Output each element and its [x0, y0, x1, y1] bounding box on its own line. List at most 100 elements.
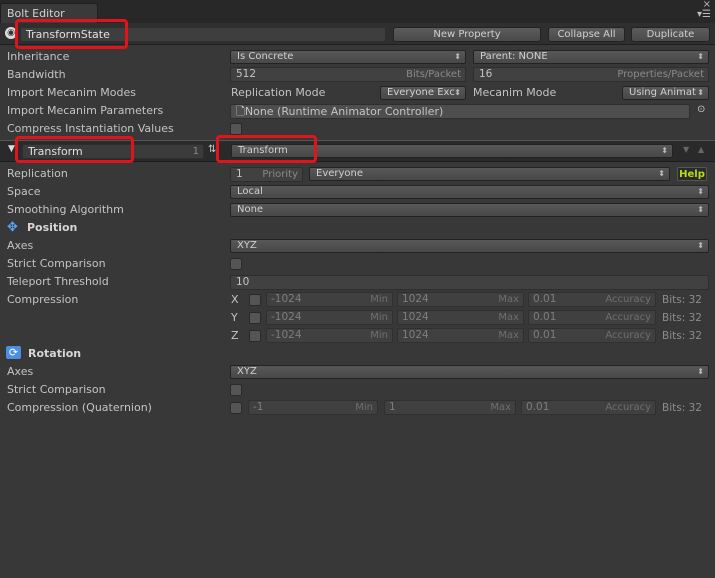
bandwidth-input[interactable]: 512 Bits/Packet	[230, 67, 466, 82]
inheritance-label: Inheritance	[7, 50, 70, 63]
replication-label: Replication	[7, 167, 68, 180]
min-unit: Min	[355, 402, 373, 413]
smoothing-value: None	[237, 204, 264, 215]
axis-z-bits: Bits: 32	[662, 330, 702, 342]
axis-y-bits: Bits: 32	[662, 312, 702, 324]
max-unit: Max	[498, 330, 519, 341]
move-up-icon[interactable]: ▲	[698, 145, 704, 154]
min-unit: Min	[370, 294, 388, 305]
min-unit: Min	[370, 330, 388, 341]
compress-label: Compress Instantiation Values	[7, 122, 174, 135]
max-unit: Max	[490, 402, 511, 413]
properties-value: 16	[479, 68, 493, 80]
bandwidth-label: Bandwidth	[7, 68, 66, 81]
axis-z-accuracy: 0.01	[533, 329, 557, 341]
dropdown-arrows-icon: ⬍	[454, 88, 461, 97]
dropdown-arrows-icon: ⬍	[697, 187, 704, 196]
replication-target-dropdown[interactable]: Everyone ⬍	[309, 167, 670, 181]
new-property-button[interactable]: New Property	[393, 27, 541, 42]
object-picker-icon[interactable]: ⊙	[697, 104, 705, 115]
quaternion-accuracy: 0.01	[526, 401, 550, 413]
priority-value: 1	[236, 168, 243, 180]
replication-mode-value: Everyone Exc	[387, 87, 455, 98]
replication-mode-dropdown[interactable]: Everyone Exc ⬍	[380, 86, 466, 100]
axis-x-min-input[interactable]: -1024 Min	[266, 292, 393, 307]
axis-x-max-input[interactable]: 1024 Max	[397, 292, 524, 307]
window-menu-icons[interactable]: × ▾☰	[697, 0, 711, 20]
space-dropdown[interactable]: Local ⬍	[230, 185, 709, 199]
accuracy-unit: Accuracy	[605, 402, 651, 413]
dropdown-arrows-icon: ⬍	[661, 146, 668, 155]
axis-z-max: 1024	[402, 329, 429, 341]
axis-x-label: X	[231, 293, 239, 306]
help-button[interactable]: Help	[677, 167, 707, 181]
axis-y-label: Y	[231, 311, 238, 324]
axis-z-max-input[interactable]: 1024 Max	[397, 328, 524, 343]
axis-x-accuracy-input[interactable]: 0.01 Accuracy	[528, 292, 656, 307]
rotation-strict-label: Strict Comparison	[7, 383, 106, 396]
teleport-value: 10	[236, 276, 250, 288]
max-unit: Max	[498, 294, 519, 305]
axis-x-bits: Bits: 32	[662, 294, 702, 306]
state-name-highlight	[15, 19, 128, 49]
duplicate-button[interactable]: Duplicate	[631, 27, 710, 42]
document-icon: 🗋	[236, 105, 245, 118]
menu-icon[interactable]: ▾☰	[697, 10, 711, 20]
replication-mode-label: Replication Mode	[231, 86, 326, 99]
move-down-icon[interactable]: ▼	[683, 145, 689, 154]
rotation-strict-checkbox[interactable]	[230, 384, 242, 396]
axis-y-max-input[interactable]: 1024 Max	[397, 310, 524, 325]
move-arrows-icon: ✥	[7, 220, 18, 235]
teleport-label: Teleport Threshold	[7, 275, 109, 288]
foldout-arrow-icon[interactable]: ▼	[8, 144, 15, 154]
mecanim-mode-dropdown[interactable]: Using Animat ⬍	[622, 86, 709, 100]
quaternion-max-input[interactable]: 1 Max	[384, 400, 516, 415]
position-strict-label: Strict Comparison	[7, 257, 106, 270]
position-axes-dropdown[interactable]: XYZ ⬍	[230, 239, 709, 253]
axis-x-accuracy: 0.01	[533, 293, 557, 305]
rotation-axes-dropdown[interactable]: XYZ ⬍	[230, 365, 709, 379]
properties-input[interactable]: 16 Properties/Packet	[473, 67, 709, 82]
parent-value: Parent: NONE	[480, 51, 548, 62]
space-value: Local	[237, 186, 263, 197]
property-index: 1	[192, 146, 199, 157]
teleport-input[interactable]: 10	[230, 275, 709, 290]
priority-unit: Priority	[262, 169, 298, 180]
max-unit: Max	[498, 312, 519, 323]
axis-z-min-input[interactable]: -1024 Min	[266, 328, 393, 343]
bandwidth-unit: Bits/Packet	[406, 69, 461, 80]
axis-z-checkbox[interactable]	[249, 330, 261, 342]
dropdown-arrows-icon: ⬍	[658, 169, 665, 178]
position-strict-checkbox[interactable]	[230, 258, 242, 270]
axis-y-checkbox[interactable]	[249, 312, 261, 324]
axis-y-min-input[interactable]: -1024 Min	[266, 310, 393, 325]
accuracy-unit: Accuracy	[605, 330, 651, 341]
quaternion-min-input[interactable]: -1 Min	[248, 400, 378, 415]
inheritance-dropdown[interactable]: Is Concrete ⬍	[230, 50, 466, 64]
dropdown-arrows-icon: ⬍	[697, 205, 704, 214]
smoothing-dropdown[interactable]: None ⬍	[230, 203, 709, 217]
rotation-header: Rotation	[28, 347, 82, 360]
import-modes-label: Import Mecanim Modes	[7, 86, 136, 99]
axis-z-label: Z	[231, 329, 239, 342]
parent-dropdown[interactable]: Parent: NONE ⬍	[473, 50, 709, 64]
quaternion-accuracy-input[interactable]: 0.01 Accuracy	[521, 400, 656, 415]
position-axes-label: Axes	[7, 239, 34, 252]
position-header: Position	[27, 221, 78, 234]
axis-y-min: -1024	[271, 311, 302, 323]
animator-controller-field[interactable]: 🗋None (Runtime Animator Controller)	[230, 104, 690, 119]
axis-x-checkbox[interactable]	[249, 294, 261, 306]
inheritance-value: Is Concrete	[237, 51, 294, 62]
dropdown-arrows-icon: ⬍	[697, 367, 704, 376]
axis-y-accuracy-input[interactable]: 0.01 Accuracy	[528, 310, 656, 325]
axis-x-min: -1024	[271, 293, 302, 305]
priority-input[interactable]: 1 Priority	[230, 167, 303, 182]
collapse-all-button[interactable]: Collapse All	[548, 27, 625, 42]
mecanim-mode-value: Using Animat	[629, 87, 696, 98]
position-axes-value: XYZ	[237, 240, 257, 251]
quaternion-checkbox[interactable]	[230, 402, 242, 414]
quaternion-max: 1	[389, 401, 396, 413]
compress-checkbox[interactable]	[230, 123, 242, 135]
axis-z-accuracy-input[interactable]: 0.01 Accuracy	[528, 328, 656, 343]
import-params-label: Import Mecanim Parameters	[7, 104, 164, 117]
